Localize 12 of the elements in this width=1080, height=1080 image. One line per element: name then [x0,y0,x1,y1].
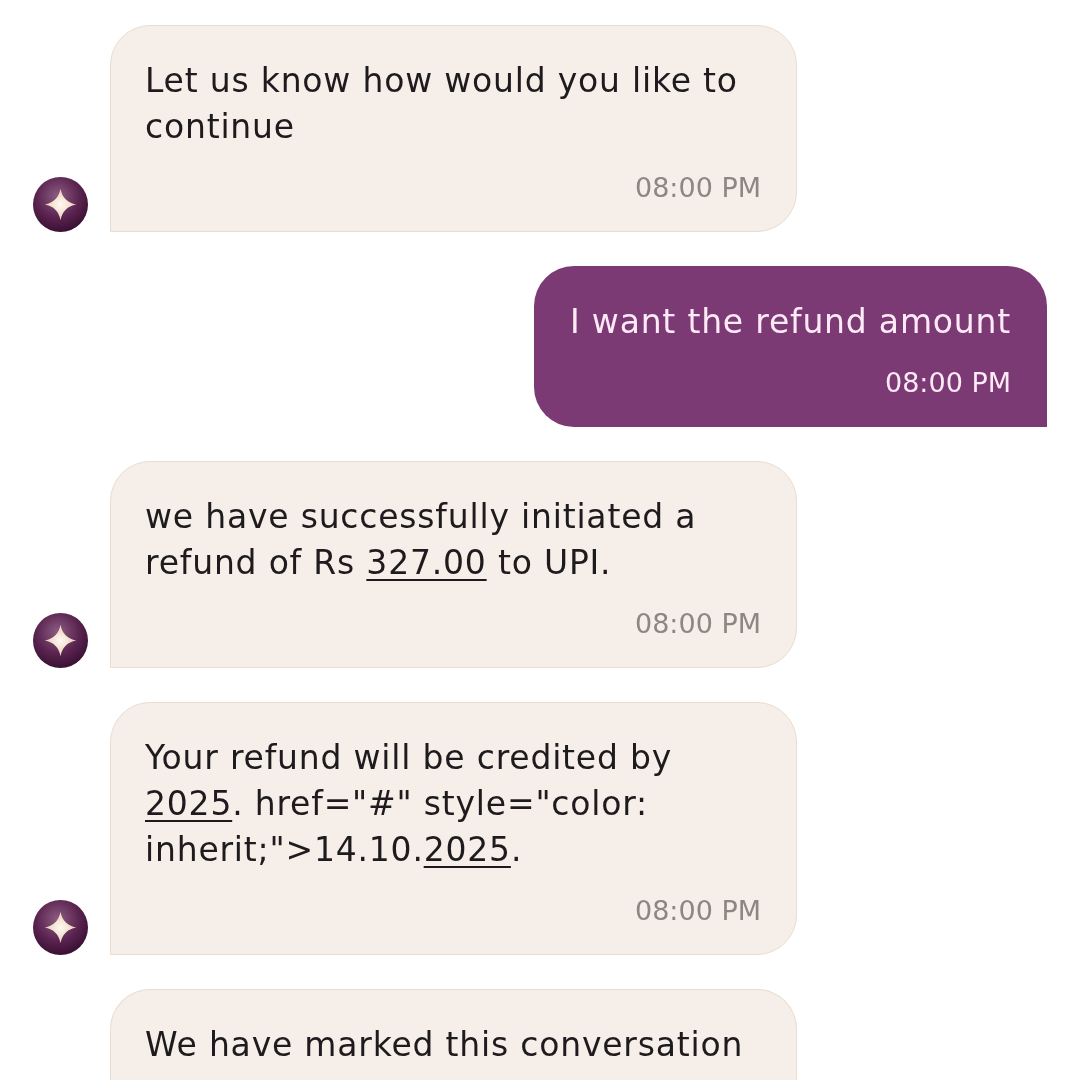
message-time: 08:00 PM [884,366,1011,400]
message-text: Let us know how would you like to continue [145,60,739,148]
message-text: I want the refund amount [570,301,1011,343]
message-time: 08:00 PM [634,894,761,928]
message-text: We have marked this conversation [145,1024,745,1066]
message-time: 08:00 PM [634,171,761,205]
message-text: we have successfully initiated a refund of Rs 327.00 to UPI. [145,496,698,584]
inline-link[interactable]: 327.00 [366,543,487,582]
message-text: Your refund will be credited by 2025. href="#" style="color: inherit;">14.10.2025. [145,737,674,871]
inline-link[interactable]: 2025 [423,830,511,869]
inline-link[interactable]: 2025 [145,784,233,823]
message-time: 08:00 PM [634,607,761,641]
